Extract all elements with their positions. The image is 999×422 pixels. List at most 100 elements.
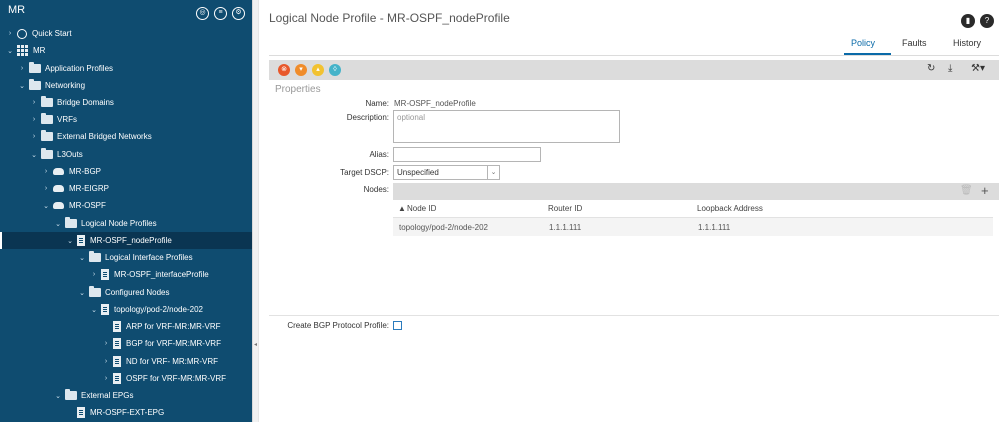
refresh-icon[interactable]: ↻ bbox=[927, 63, 935, 74]
alias-label: Alias: bbox=[369, 150, 389, 159]
tree-item-logical-node-profiles[interactable]: ⌄ Logical Node Profiles bbox=[0, 215, 252, 232]
cell-loopback: 1.1.1.111 bbox=[698, 223, 731, 232]
bookmark-icon[interactable]: ▮ bbox=[961, 14, 975, 28]
tree-item-l3outs[interactable]: ⌄ L3Outs bbox=[0, 146, 252, 163]
chevron-right-icon[interactable]: › bbox=[30, 116, 38, 123]
document-icon bbox=[77, 407, 85, 418]
tree-item-tenant-mr[interactable]: ⌄ MR bbox=[0, 42, 252, 59]
tree-item-nd-vrf[interactable]: › ND for VRF- MR:MR-VRF bbox=[0, 353, 252, 370]
settings-icon[interactable]: ⚙ bbox=[232, 7, 245, 20]
tree-item-arp-vrf[interactable]: ARP for VRF-MR:MR-VRF bbox=[0, 318, 252, 335]
target-dscp-value: Unspecified bbox=[397, 168, 439, 177]
folder-icon bbox=[41, 96, 53, 107]
tree-item-label: topology/pod-2/node-202 bbox=[114, 305, 203, 314]
chevron-down-icon[interactable]: ⌄ bbox=[30, 151, 38, 159]
chevron-down-icon[interactable]: ⌄ bbox=[6, 47, 14, 55]
tree-item-ext-epg[interactable]: MR-OSPF-EXT-EPG bbox=[0, 404, 252, 421]
chevron-down-icon[interactable]: ⌄ bbox=[18, 82, 26, 90]
chevron-right-icon[interactable]: › bbox=[30, 99, 38, 106]
tree-item-label: OSPF for VRF-MR:MR-VRF bbox=[126, 374, 226, 383]
chevron-right-icon[interactable]: › bbox=[18, 65, 26, 72]
chevron-down-icon[interactable]: ⌄ bbox=[78, 254, 86, 262]
critical-fault-icon[interactable]: ⊗ bbox=[278, 64, 290, 76]
tree-item-label: External Bridged Networks bbox=[57, 132, 152, 141]
tree-item-configured-nodes[interactable]: ⌄ Configured Nodes bbox=[0, 284, 252, 301]
tree-item-interface-profile[interactable]: › MR-OSPF_interfaceProfile bbox=[0, 266, 252, 283]
chevron-right-icon[interactable]: › bbox=[30, 133, 38, 140]
chevron-down-icon[interactable]: ⌄ bbox=[54, 392, 62, 400]
sort-ascending-icon[interactable]: ▲ bbox=[398, 204, 406, 213]
description-field[interactable]: optional bbox=[393, 110, 620, 143]
chevron-right-icon[interactable]: › bbox=[102, 375, 110, 382]
sidebar-title: MR bbox=[8, 4, 26, 16]
tree-item-node-profile-selected[interactable]: ⌄ MR-OSPF_nodeProfile bbox=[0, 232, 252, 249]
chevron-down-icon[interactable]: ⌄ bbox=[42, 202, 50, 210]
properties-section-label: Properties bbox=[275, 84, 321, 95]
tree-item-external-bridged-networks[interactable]: › External Bridged Networks bbox=[0, 128, 252, 145]
chevron-down-icon[interactable]: ⌄ bbox=[54, 220, 62, 228]
tree-item-label: BGP for VRF-MR:MR-VRF bbox=[126, 339, 221, 348]
tree-item-label: MR-OSPF-EXT-EPG bbox=[90, 408, 165, 417]
nodes-table-toolbar: 🗑 + bbox=[393, 183, 999, 200]
chevron-down-icon[interactable]: ⌄ bbox=[66, 237, 74, 245]
list-icon[interactable]: ≡ bbox=[214, 7, 227, 20]
chevron-down-icon[interactable]: ⌄ bbox=[90, 306, 98, 314]
alias-field[interactable] bbox=[393, 147, 541, 162]
document-icon bbox=[113, 373, 121, 384]
help-icon[interactable]: ? bbox=[980, 14, 994, 28]
cell-node-id: topology/pod-2/node-202 bbox=[399, 223, 488, 232]
folder-icon bbox=[41, 113, 53, 124]
main-panel: Logical Node Profile - MR-OSPF_nodeProfi… bbox=[259, 0, 999, 422]
chevron-down-icon[interactable]: ⌄ bbox=[487, 166, 499, 179]
chevron-right-icon[interactable]: › bbox=[102, 358, 110, 365]
filter-icon[interactable]: ◎ bbox=[196, 7, 209, 20]
warning-fault-icon[interactable]: ◊ bbox=[329, 64, 341, 76]
chevron-right-icon[interactable]: › bbox=[90, 271, 98, 278]
column-header-node-id[interactable]: Node ID bbox=[407, 204, 436, 213]
tab-policy[interactable]: Policy bbox=[851, 38, 875, 48]
tree-item-logical-interface-profiles[interactable]: ⌄ Logical Interface Profiles bbox=[0, 249, 252, 266]
folder-icon bbox=[41, 130, 53, 141]
sidebar-header: MR ◎ ≡ ⚙ bbox=[0, 0, 252, 26]
sidebar-splitter[interactable]: ◂ bbox=[252, 0, 259, 422]
toolbar: ⊗ ▾ ▴ ◊ ↻ ⤓ ⚒▾ bbox=[269, 60, 999, 80]
tree-item-external-epgs[interactable]: ⌄ External EPGs bbox=[0, 387, 252, 404]
tree-item-quick-start[interactable]: › Quick Start bbox=[0, 25, 252, 42]
column-header-router-id[interactable]: Router ID bbox=[548, 204, 582, 213]
document-icon bbox=[101, 269, 109, 280]
download-icon[interactable]: ⤓ bbox=[948, 63, 952, 74]
quickstart-icon bbox=[17, 28, 27, 39]
tree-item-label: External EPGs bbox=[81, 391, 134, 400]
tree-item-mr-eigrp[interactable]: › MR-EIGRP bbox=[0, 180, 252, 197]
tab-faults[interactable]: Faults bbox=[902, 38, 927, 48]
target-dscp-select[interactable]: Unspecified ⌄ bbox=[393, 165, 500, 180]
tree-item-bridge-domains[interactable]: › Bridge Domains bbox=[0, 94, 252, 111]
tab-history[interactable]: History bbox=[953, 38, 981, 48]
tree-item-vrfs[interactable]: › VRFs bbox=[0, 111, 252, 128]
tree-item-mr-ospf[interactable]: ⌄ MR-OSPF bbox=[0, 197, 252, 214]
collapse-arrow-icon[interactable]: ◂ bbox=[254, 341, 257, 348]
major-fault-icon[interactable]: ▾ bbox=[295, 64, 307, 76]
folder-icon bbox=[65, 389, 77, 400]
chevron-right-icon[interactable]: › bbox=[102, 340, 110, 347]
delete-icon[interactable]: 🗑 bbox=[960, 185, 973, 196]
tree-item-label: Logical Interface Profiles bbox=[105, 253, 193, 262]
chevron-right-icon[interactable]: › bbox=[6, 30, 14, 37]
tree-item-mr-bgp[interactable]: › MR-BGP bbox=[0, 163, 252, 180]
tree-item-bgp-vrf[interactable]: › BGP for VRF-MR:MR-VRF bbox=[0, 335, 252, 352]
tree-item-label: Quick Start bbox=[32, 29, 72, 38]
tree-item-networking[interactable]: ⌄ Networking bbox=[0, 77, 252, 94]
chevron-down-icon[interactable]: ⌄ bbox=[78, 289, 86, 297]
tools-icon[interactable]: ⚒▾ bbox=[971, 63, 985, 74]
tree-item-ospf-vrf[interactable]: › OSPF for VRF-MR:MR-VRF bbox=[0, 370, 252, 387]
add-icon[interactable]: + bbox=[981, 183, 989, 198]
chevron-right-icon[interactable]: › bbox=[42, 168, 50, 175]
chevron-right-icon[interactable]: › bbox=[42, 185, 50, 192]
create-bgp-checkbox[interactable] bbox=[393, 321, 402, 330]
tab-divider bbox=[269, 55, 999, 56]
minor-fault-icon[interactable]: ▴ bbox=[312, 64, 324, 76]
tree-item-node-202[interactable]: ⌄ topology/pod-2/node-202 bbox=[0, 301, 252, 318]
column-header-loopback[interactable]: Loopback Address bbox=[697, 204, 763, 213]
tree-item-label: MR-BGP bbox=[69, 167, 101, 176]
tree-item-application-profiles[interactable]: › Application Profiles bbox=[0, 60, 252, 77]
